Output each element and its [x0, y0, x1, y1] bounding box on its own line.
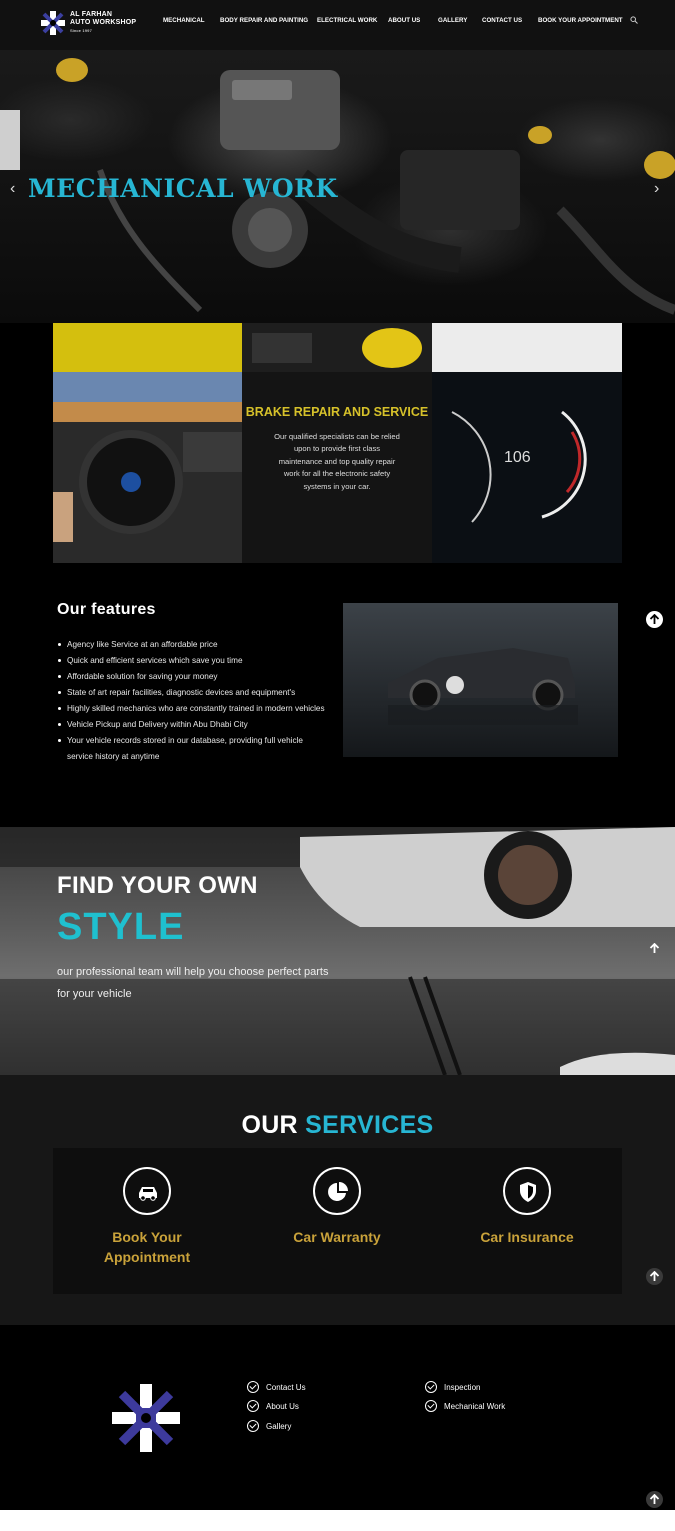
feature-item: Vehicle Pickup and Delivery within Abu D… — [57, 717, 327, 733]
shield-icon — [503, 1167, 551, 1215]
hero-next-arrow[interactable]: › — [654, 180, 659, 198]
banner-car-image — [0, 827, 675, 1075]
hero-title: MECHANICAL WORK — [28, 174, 338, 203]
brand-name-2: AUTO WORKSHOP — [70, 19, 137, 26]
brand-logo[interactable]: AL FARHAN AUTO WORKSHOP Since 1997 — [38, 8, 136, 38]
feature-item: Agency like Service at an affordable pri… — [57, 637, 327, 653]
arrow-up-icon — [649, 1271, 660, 1281]
nav-gallery[interactable]: GALLERY — [438, 17, 467, 24]
arrow-up-icon — [649, 614, 660, 624]
pie-chart-icon — [313, 1167, 361, 1215]
footer-logo-icon[interactable] — [108, 1382, 184, 1454]
arrow-up-icon — [649, 1494, 660, 1504]
banner-heading-line2: STYLE — [57, 906, 185, 948]
nav-electrical[interactable]: ELECTRICAL WORK — [317, 17, 377, 24]
nav-book-appointment[interactable]: BOOK YOUR APPOINTMENT — [538, 17, 623, 24]
services-title-a: OUR — [241, 1111, 306, 1139]
yellow-tile — [53, 323, 242, 372]
footer-link-label: Mechanical Work — [444, 1401, 506, 1411]
banner-text: our professional team will help you choo… — [57, 966, 329, 1000]
speedometer-image: 106 — [432, 372, 622, 563]
footer-link-inspection[interactable]: Inspection — [425, 1381, 480, 1393]
feature-item: Your vehicle records stored in our datab… — [57, 733, 327, 765]
service-car-insurance[interactable]: Car Insurance — [467, 1167, 587, 1247]
features-list: Agency like Service at an affordable pri… — [57, 637, 327, 765]
engine-tile-image — [242, 323, 432, 372]
brand-since: Since 1997 — [70, 28, 93, 33]
footer-link-label: Inspection — [444, 1382, 481, 1392]
feature-item: Highly skilled mechanics who are constan… — [57, 701, 327, 717]
style-banner — [0, 827, 675, 1075]
hero-prev-arrow[interactable]: ‹ — [10, 180, 15, 198]
footer-link-label: Contact Us — [266, 1382, 306, 1392]
service-label: Car Warranty — [293, 1229, 381, 1245]
bmw-interior-image — [53, 372, 242, 563]
race-car-image — [343, 603, 618, 757]
speed-readout: 106 — [504, 449, 531, 466]
hero-slider: ‹ › MECHANICAL WORK — [0, 50, 675, 323]
service-label: Car Insurance — [480, 1229, 574, 1245]
check-circle-icon — [425, 1400, 437, 1412]
logo-mark-icon — [41, 11, 65, 35]
feature-item: State of art repair facilities, diagnost… — [57, 685, 327, 701]
light-tile — [432, 323, 622, 372]
features-title: Our features — [57, 601, 156, 618]
nav-body-repair[interactable]: BODY REPAIR AND PAINTING — [220, 17, 308, 24]
arrow-up-icon — [649, 943, 660, 953]
footer-link-mechanical[interactable]: Mechanical Work — [425, 1400, 505, 1412]
brand-name-1: AL FARHAN — [70, 11, 113, 18]
service-car-warranty[interactable]: Car Warranty — [277, 1167, 397, 1247]
feature-item: Affordable solution for saving your mone… — [57, 669, 327, 685]
bottom-strip — [0, 1510, 675, 1531]
check-circle-icon — [247, 1381, 259, 1393]
scroll-top-button[interactable] — [646, 1268, 663, 1285]
top-navbar: AL FARHAN AUTO WORKSHOP Since 1997 MECHA… — [0, 0, 675, 50]
check-circle-icon — [247, 1400, 259, 1412]
footer-link-gallery[interactable]: Gallery — [247, 1420, 291, 1432]
check-circle-icon — [425, 1381, 437, 1393]
brake-repair-card: BRAKE REPAIR AND SERVICE Our qualified s… — [242, 372, 432, 563]
nav-about[interactable]: ABOUT US — [388, 17, 420, 24]
service-label: Book Your Appointment — [103, 1229, 191, 1265]
nav-mechanical[interactable]: MECHANICAL — [163, 17, 205, 24]
scroll-top-button[interactable] — [646, 940, 663, 957]
banner-heading-line1: FIND YOUR OWN — [57, 872, 258, 899]
feature-item: Quick and efficient services which save … — [57, 653, 327, 669]
services-title: OUR SERVICES — [0, 1111, 675, 1140]
footer — [0, 1325, 675, 1510]
search-icon[interactable] — [630, 16, 638, 24]
service-book-appointment[interactable]: Book Your Appointment — [87, 1167, 207, 1267]
footer-link-contact[interactable]: Contact Us — [247, 1381, 306, 1393]
scroll-top-button[interactable] — [646, 1491, 663, 1508]
brake-card-text: Our qualified specialists can be relied … — [274, 432, 400, 491]
car-icon — [123, 1167, 171, 1215]
services-title-b: SERVICES — [305, 1111, 434, 1139]
brand-text: AL FARHAN AUTO WORKSHOP Since 1997 — [70, 11, 136, 35]
check-circle-icon — [247, 1420, 259, 1432]
footer-link-label: Gallery — [266, 1421, 292, 1431]
brake-card-title: BRAKE REPAIR AND SERVICE — [245, 405, 429, 419]
nav-contact[interactable]: CONTACT US — [482, 17, 522, 24]
footer-link-label: About Us — [266, 1401, 299, 1411]
footer-link-about[interactable]: About Us — [247, 1400, 299, 1412]
service-grid: BRAKE REPAIR AND SERVICE Our qualified s… — [53, 323, 622, 563]
scroll-top-button[interactable] — [646, 611, 663, 628]
